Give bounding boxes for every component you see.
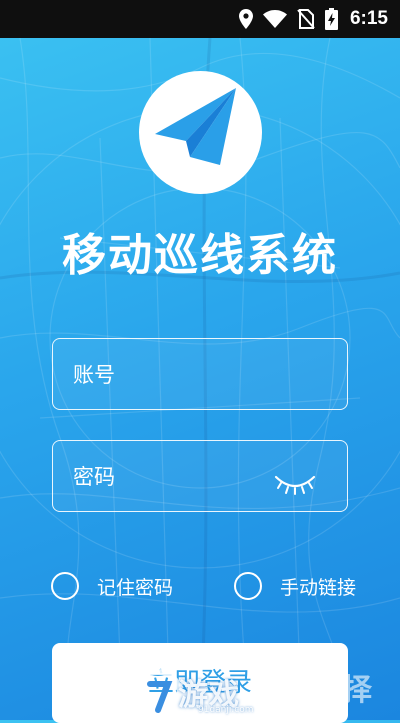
username-field[interactable] [52, 338, 348, 410]
eye-closed-icon[interactable] [273, 471, 317, 497]
watermark-sub: 91danji.com [198, 705, 254, 715]
location-icon [238, 9, 253, 29]
status-icons: 6:15 [238, 0, 388, 38]
manual-link-radio[interactable] [234, 572, 262, 600]
username-input[interactable] [71, 339, 285, 410]
wifi-icon [262, 10, 287, 28]
app-title: 移动巡线系统 [62, 230, 338, 281]
paper-plane-icon [155, 88, 236, 165]
app-logo [139, 71, 262, 194]
remember-password-radio[interactable] [51, 572, 79, 600]
status-bar: 6:15 [0, 0, 400, 38]
manual-link-option[interactable]: 手动链接 [234, 568, 356, 604]
status-time: 6:15 [349, 8, 388, 29]
password-field[interactable] [52, 440, 348, 512]
remember-password-label: 记住密码 [97, 576, 174, 599]
remember-password-option[interactable]: 记住密码 [51, 568, 173, 604]
battery-charging-icon [324, 8, 338, 30]
password-input[interactable] [71, 441, 285, 512]
no-sim-icon [297, 9, 315, 29]
watermark-right-text: 择 [342, 673, 372, 708]
manual-link-label: 手动链接 [280, 576, 357, 599]
